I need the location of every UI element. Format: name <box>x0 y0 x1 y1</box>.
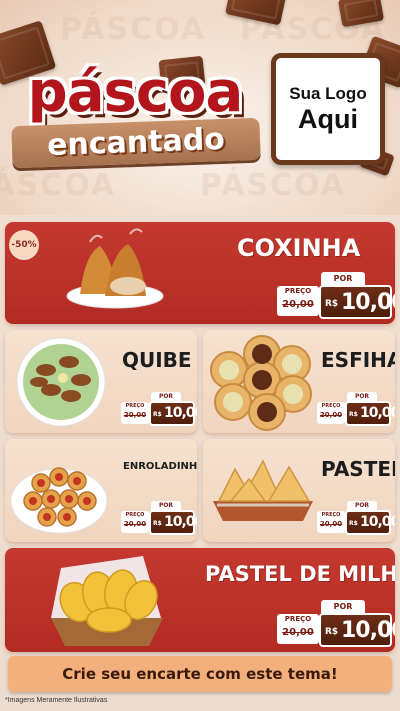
new-price-box: R$ 10,00 <box>319 285 395 319</box>
new-price: 10,00 <box>360 514 395 530</box>
new-price: 10,00 <box>164 514 197 530</box>
watermark-text: PÁSCOA <box>0 168 116 203</box>
new-price-box: R$ 10,00 <box>149 401 197 426</box>
footer-disclaimer: *Imagens Meramente Ilustrativas <box>5 697 108 704</box>
old-price-box: PREÇO 20,00 <box>121 402 149 424</box>
currency-label: R$ <box>325 627 339 637</box>
old-price: 20,00 <box>282 299 314 310</box>
product-card-esfiha: ESFIHA POR PREÇO 20,00 R$ 10,00 <box>203 330 395 433</box>
currency-label: R$ <box>349 520 358 527</box>
pastel-image <box>213 459 313 521</box>
logo-line2: Aqui <box>298 104 358 134</box>
old-price-box: PREÇO 20,00 <box>121 511 149 533</box>
title-pascoa: páscoa <box>27 60 244 125</box>
old-price: 20,00 <box>123 411 147 419</box>
preco-label: PREÇO <box>284 615 312 623</box>
old-price-box: PREÇO 20,00 <box>317 511 345 533</box>
old-price: 20,00 <box>319 411 343 419</box>
preco-label: PREÇO <box>321 512 341 518</box>
price-tag: POR PREÇO 20,00 R$ 10,00 <box>121 501 197 535</box>
product-name: PASTEL <box>321 457 395 481</box>
flyer-page: PÁSCOA PÁSCOA PÁSCOA PÁSCOA páscoa encan… <box>0 0 400 711</box>
watermark-text: PÁSCOA <box>60 12 206 47</box>
old-price: 20,00 <box>123 520 147 528</box>
por-label: POR <box>321 272 365 285</box>
price-tag: POR PREÇO 20,00 R$ 10,00 <box>277 272 395 320</box>
price-tag: POR PREÇO 20,00 R$ 10,00 <box>277 600 395 648</box>
currency-label: R$ <box>153 520 162 527</box>
title-encantado: encantado <box>46 121 226 164</box>
product-name: QUIBE <box>122 348 192 372</box>
cta-button[interactable]: Crie seu encarte com este tema! <box>8 656 392 692</box>
new-price-box: R$ 10,00 <box>345 510 395 535</box>
product-card-quibe: QUIBE POR PREÇO 20,00 R$ 10,00 <box>5 330 197 433</box>
product-name: ESFIHA <box>321 348 395 372</box>
por-label: POR <box>321 600 365 613</box>
new-price: 10,00 <box>341 618 395 643</box>
currency-label: R$ <box>325 299 339 309</box>
preco-label: PREÇO <box>284 287 312 295</box>
product-card-pastel-de-milho: PASTEL DE MILHO POR PREÇO 20,00 R$ 10,00 <box>5 548 395 652</box>
price-tag: POR PREÇO 20,00 R$ 10,00 <box>121 392 197 426</box>
old-price: 20,00 <box>282 627 314 638</box>
logo-line1: Sua Logo <box>289 84 367 103</box>
product-card-enroladinho: ENROLADINHO POR PREÇO 20,00 R$ 10,00 <box>5 439 197 542</box>
old-price-box: PREÇO 20,00 <box>277 286 319 316</box>
discount-badge: -50% <box>9 230 39 260</box>
enroladinho-image <box>10 467 108 534</box>
product-name: ENROLADINHO <box>123 461 197 472</box>
product-card-coxinha: COXINHA POR PREÇO 20,00 R$ 10,00 <box>5 222 395 324</box>
product-name: COXINHA <box>237 234 361 262</box>
preco-label: PREÇO <box>321 403 341 409</box>
new-price-box: R$ 10,00 <box>149 510 197 535</box>
currency-label: R$ <box>153 411 162 418</box>
old-price-box: PREÇO 20,00 <box>317 402 345 424</box>
quibe-image <box>16 337 106 427</box>
esfiha-image <box>210 335 312 431</box>
logo-placeholder: Sua Logo Aqui <box>271 53 385 165</box>
pastel-de-milho-image <box>51 556 163 646</box>
product-card-pastel: PASTEL POR PREÇO 20,00 R$ 10,00 <box>203 439 395 542</box>
price-tag: POR PREÇO 20,00 R$ 10,00 <box>317 392 395 426</box>
new-price-box: R$ 10,00 <box>319 613 395 647</box>
coxinha-image <box>66 228 164 309</box>
old-price: 20,00 <box>319 520 343 528</box>
currency-label: R$ <box>349 411 358 418</box>
new-price: 10,00 <box>360 405 395 421</box>
watermark-text: PÁSCOA <box>200 168 346 203</box>
old-price-box: PREÇO 20,00 <box>277 614 319 644</box>
preco-label: PREÇO <box>125 512 145 518</box>
header-banner: PÁSCOA PÁSCOA PÁSCOA PÁSCOA páscoa encan… <box>0 0 400 215</box>
new-price-box: R$ 10,00 <box>345 401 395 426</box>
new-price: 10,00 <box>341 290 395 315</box>
preco-label: PREÇO <box>125 403 145 409</box>
price-tag: POR PREÇO 20,00 R$ 10,00 <box>317 501 395 535</box>
new-price: 10,00 <box>164 405 197 421</box>
product-name: PASTEL DE MILHO <box>205 562 395 586</box>
